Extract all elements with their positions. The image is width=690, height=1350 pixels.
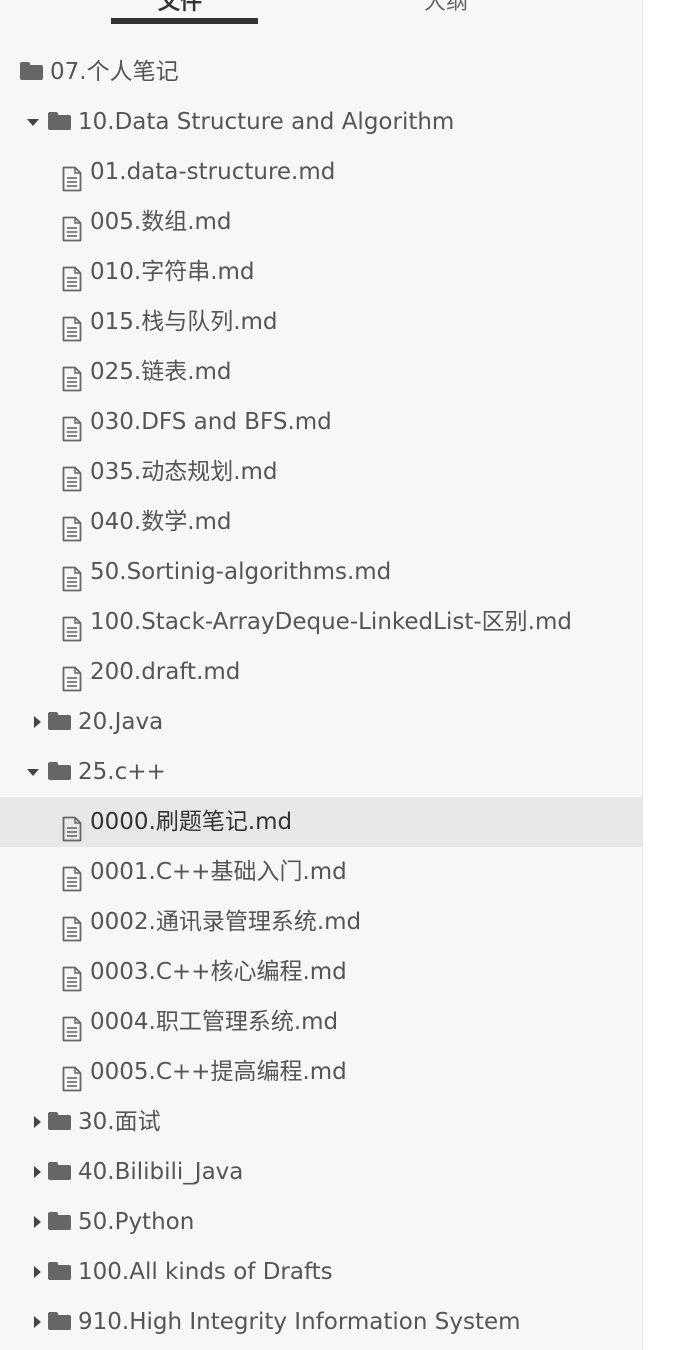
file-label: 030.DFS and BFS.md [90, 409, 332, 435]
tree-file-active[interactable]: 0000.刷题笔记.md [0, 797, 642, 847]
document-icon [62, 260, 82, 292]
tree-file[interactable]: 100.Stack-ArrayDeque-LinkedList-区别.md [0, 597, 642, 647]
caret-right-icon[interactable] [30, 697, 44, 747]
document-icon [62, 1060, 82, 1092]
file-label: 01.data-structure.md [90, 159, 336, 185]
folder-cpp[interactable]: 25.c++ [0, 747, 642, 797]
folder-label: 910.High Integrity Information System [78, 1309, 521, 1335]
document-icon [62, 610, 82, 642]
tree-file[interactable]: 01.data-structure.md [0, 147, 642, 197]
tree-file[interactable]: 200.draft.md [0, 647, 642, 697]
file-label: 0005.C++提高编程.md [90, 1059, 347, 1085]
document-icon [62, 810, 82, 842]
caret-right-icon[interactable] [30, 1147, 44, 1197]
file-label: 015.栈与队列.md [90, 309, 278, 335]
folder-icon [48, 1112, 71, 1130]
document-icon [62, 360, 82, 392]
tab-outline[interactable]: 大纲 [424, 0, 468, 16]
sidebar-tabbar: 文件 大纲 [0, 0, 642, 26]
folder-bilibili-java[interactable]: 40.Bilibili_Java [0, 1147, 642, 1197]
folder-icon [48, 762, 71, 780]
file-tree-sidebar: 文件 大纲 07.个人笔记 10.Data Structure and Algor… [0, 0, 643, 1350]
caret-down-icon[interactable] [25, 97, 39, 147]
document-icon [62, 660, 82, 692]
folder-drafts[interactable]: 100.All kinds of Drafts [0, 1247, 642, 1297]
caret-right-icon[interactable] [30, 1247, 44, 1297]
file-label: 200.draft.md [90, 659, 241, 685]
tree-file[interactable]: 005.数组.md [0, 197, 642, 247]
file-tree: 07.个人笔记 10.Data Structure and Algorithm 01… [0, 47, 642, 1347]
folder-icon [48, 112, 71, 130]
caret-right-icon[interactable] [30, 1297, 44, 1347]
folder-icon [48, 1162, 71, 1180]
tree-file[interactable]: 030.DFS and BFS.md [0, 397, 642, 447]
folder-high-integrity[interactable]: 910.High Integrity Information System [0, 1297, 642, 1347]
file-label: 0000.刷题笔记.md [90, 809, 293, 835]
tree-file[interactable]: 010.字符串.md [0, 247, 642, 297]
folder-data-structure-algorithm[interactable]: 10.Data Structure and Algorithm [0, 97, 642, 147]
document-icon [62, 460, 82, 492]
document-icon [62, 860, 82, 892]
tab-files[interactable]: 文件 [158, 0, 202, 16]
caret-right-icon[interactable] [30, 1097, 44, 1147]
file-label: 0002.通讯录管理系统.md [90, 909, 362, 935]
tree-file[interactable]: 040.数学.md [0, 497, 642, 547]
folder-label: 40.Bilibili_Java [78, 1159, 244, 1185]
folder-label: 07.个人笔记 [50, 59, 179, 85]
document-icon [62, 310, 82, 342]
document-icon [62, 410, 82, 442]
document-icon [62, 560, 82, 592]
folder-icon [48, 1312, 71, 1330]
tree-file[interactable]: 025.链表.md [0, 347, 642, 397]
tree-file[interactable]: 0005.C++提高编程.md [0, 1047, 642, 1097]
document-icon [62, 160, 82, 192]
tree-file[interactable]: 015.栈与队列.md [0, 297, 642, 347]
file-label: 0004.职工管理系统.md [90, 1009, 339, 1035]
caret-down-icon[interactable] [25, 747, 39, 797]
caret-right-icon[interactable] [30, 1197, 44, 1247]
tree-file[interactable]: 50.Sortinig-algorithms.md [0, 547, 642, 597]
document-icon [62, 960, 82, 992]
folder-icon [48, 712, 71, 730]
folder-label: 50.Python [78, 1209, 195, 1235]
file-label: 0003.C++核心编程.md [90, 959, 347, 985]
tree-file[interactable]: 0004.职工管理系统.md [0, 997, 642, 1047]
document-icon [62, 210, 82, 242]
document-icon [62, 910, 82, 942]
folder-java[interactable]: 20.Java [0, 697, 642, 747]
file-label: 040.数学.md [90, 509, 232, 535]
folder-interview[interactable]: 30.面试 [0, 1097, 642, 1147]
folder-label: 30.面试 [78, 1109, 161, 1135]
tree-file[interactable]: 0001.C++基础入门.md [0, 847, 642, 897]
folder-label: 25.c++ [78, 759, 166, 785]
file-label: 005.数组.md [90, 209, 232, 235]
file-label: 50.Sortinig-algorithms.md [90, 559, 392, 585]
folder-personal-notes[interactable]: 07.个人笔记 [0, 47, 642, 97]
tree-file[interactable]: 0003.C++核心编程.md [0, 947, 642, 997]
document-icon [62, 1010, 82, 1042]
folder-icon [48, 1262, 71, 1280]
folder-label: 10.Data Structure and Algorithm [78, 109, 455, 135]
file-label: 010.字符串.md [90, 259, 255, 285]
document-icon [62, 510, 82, 542]
tree-file[interactable]: 035.动态规划.md [0, 447, 642, 497]
active-tab-indicator [111, 18, 258, 24]
folder-label: 20.Java [78, 709, 164, 735]
folder-icon [48, 1212, 71, 1230]
folder-icon [20, 62, 43, 80]
file-label: 0001.C++基础入门.md [90, 859, 347, 885]
folder-label: 100.All kinds of Drafts [78, 1259, 333, 1285]
file-label: 100.Stack-ArrayDeque-LinkedList-区别.md [90, 609, 572, 635]
file-label: 025.链表.md [90, 359, 232, 385]
file-label: 035.动态规划.md [90, 459, 278, 485]
folder-python[interactable]: 50.Python [0, 1197, 642, 1247]
tree-file[interactable]: 0002.通讯录管理系统.md [0, 897, 642, 947]
